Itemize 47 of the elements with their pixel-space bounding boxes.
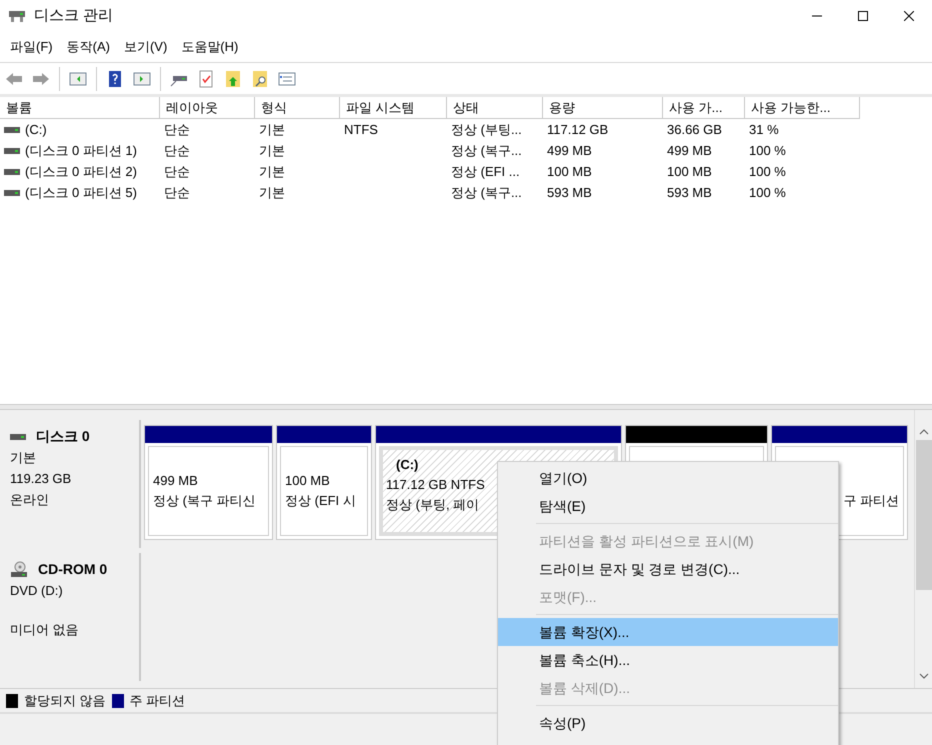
table-cell-text: 36.66 GB xyxy=(667,120,722,139)
table-cell-text: NTFS xyxy=(344,120,378,139)
table-cell-text: 117.12 GB xyxy=(547,120,608,139)
table-cell-text: 단순 xyxy=(164,184,190,202)
table-cell-text: 기본 xyxy=(259,184,285,202)
disk-detail: 미디어 없음 xyxy=(10,621,80,639)
table-cell-text: 정상 (복구... xyxy=(451,142,522,160)
table-cell-text: 100 % xyxy=(749,184,786,202)
table-cell-text: 기본 xyxy=(259,142,285,160)
disk-name: 디스크 0 xyxy=(36,427,90,446)
partition-size: 117.12 GB NTFS xyxy=(386,476,485,494)
table-cell-text: (디스크 0 파티션 5) xyxy=(25,184,137,202)
table-cell-text: 499 MB xyxy=(547,142,592,160)
table-cell-text: (디스크 0 파티션 1) xyxy=(25,142,137,160)
table-cell-text: (디스크 0 파티션 2) xyxy=(25,162,137,181)
table-cell-text: 기본 xyxy=(259,162,285,181)
table-cell-text: (C:) xyxy=(25,120,47,139)
table-cell-text: 593 MB xyxy=(667,184,712,202)
legend-label: 주 파티션 xyxy=(130,692,186,710)
partition-status: 정상 (부팅, 페이 xyxy=(386,496,480,514)
partition-status: 정상 (EFI 시 xyxy=(285,492,356,510)
table-cell-text: 기본 xyxy=(259,120,285,139)
table-cell-text: 100 MB xyxy=(667,162,712,181)
disk-detail: 온라인 xyxy=(10,491,50,509)
partition-size: 499 MB xyxy=(153,472,198,490)
partition-size: 100 MB xyxy=(285,472,330,490)
table-cell-text: 31 % xyxy=(749,120,779,139)
table-cell-text: 정상 (EFI ... xyxy=(451,162,520,181)
disk-detail: 119.23 GB xyxy=(10,470,72,488)
partition-status: 정상 (복구 파티신 xyxy=(153,492,256,510)
legend-label: 할당되지 않음 xyxy=(24,692,106,710)
table-cell-text: 499 MB xyxy=(667,142,712,160)
table-cell-text: 단순 xyxy=(164,120,190,139)
table-cell-text: 단순 xyxy=(164,162,190,181)
disk-detail: 기본 xyxy=(10,449,37,467)
table-cell-text: 100 % xyxy=(749,142,786,160)
window-title: 디스크 관리 xyxy=(34,6,114,26)
table-cell-text: 593 MB xyxy=(547,184,592,202)
disk-detail: DVD (D:) xyxy=(10,582,64,600)
partition-label: (C:) xyxy=(395,456,418,474)
partition-status: 구 파티션 xyxy=(843,492,899,510)
table-cell-text: 정상 (부팅... xyxy=(451,120,522,139)
table-cell-text: 정상 (복구... xyxy=(451,184,522,202)
table-cell-text: 100 % xyxy=(749,162,786,181)
table-cell-text: 100 MB xyxy=(547,162,592,181)
table-cell-text: 단순 xyxy=(164,142,190,160)
disk-name: CD-ROM 0 xyxy=(38,560,108,579)
